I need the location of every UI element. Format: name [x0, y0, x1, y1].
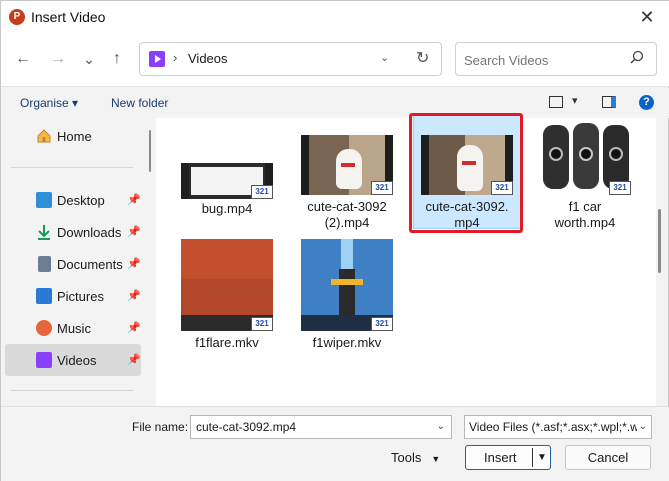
- insert-options-dropdown-icon[interactable]: ▼: [537, 446, 547, 469]
- media-player-badge-icon: 321: [371, 181, 393, 195]
- videos-folder-icon: [149, 51, 165, 67]
- title-bar: P Insert Video ✕: [1, 1, 669, 33]
- video-thumbnail: 321: [181, 239, 273, 331]
- sidebar-item-desktop[interactable]: Desktop 📌: [5, 185, 141, 215]
- sidebar-item-label: Desktop: [57, 193, 105, 208]
- video-thumbnail: 321: [539, 119, 631, 195]
- insert-video-dialog: P Insert Video ✕ ← → ⌄ ↑ › Videos ⌄ ↻ Or…: [0, 0, 669, 481]
- media-player-badge-icon: 321: [609, 181, 631, 195]
- sidebar-item-label: Pictures: [57, 289, 104, 304]
- video-thumbnail: 321: [301, 239, 393, 331]
- dialog-footer: File name: cute-cat-3092.mp4 ⌄ Video Fil…: [1, 406, 669, 481]
- file-type-select[interactable]: Video Files (*.asf;*.asx;*.wpl;*.w ⌄: [464, 415, 652, 439]
- tools-label: Tools: [391, 450, 422, 465]
- pin-icon[interactable]: 📌: [127, 257, 141, 270]
- sidebar-item-music[interactable]: Music 📌: [5, 313, 141, 343]
- preview-pane-icon[interactable]: [602, 96, 616, 108]
- sidebar-item-label: Music: [57, 321, 91, 336]
- chevron-down-icon[interactable]: ⌄: [636, 421, 647, 432]
- pin-icon[interactable]: 📌: [127, 225, 141, 238]
- search-box[interactable]: [455, 42, 657, 76]
- sidebar-item-downloads[interactable]: Downloads 📌: [5, 217, 141, 247]
- file-name: f1 car worth.mp4: [554, 199, 616, 230]
- file-name: f1wiper.mkv: [312, 335, 382, 350]
- media-player-badge-icon: 321: [371, 317, 393, 331]
- sidebar-item-videos[interactable]: Videos 📌: [5, 344, 141, 376]
- downloads-icon: [38, 225, 50, 240]
- sidebar-item-label: Home: [57, 129, 92, 144]
- pin-icon[interactable]: 📌: [127, 193, 141, 206]
- video-thumbnail: 321: [181, 163, 273, 199]
- music-icon: [36, 320, 52, 336]
- annotation-highlight-box: [409, 113, 523, 233]
- file-item-cute-cat-copy[interactable]: 321 cute-cat-3092 (2).mp4: [291, 125, 403, 235]
- media-player-badge-icon: 321: [251, 185, 273, 199]
- forward-button[interactable]: →: [46, 47, 70, 71]
- recent-locations-button[interactable]: ⌄: [77, 47, 101, 71]
- pictures-icon: [36, 288, 52, 304]
- command-bar: Organise ▾ New folder ▾ ?: [1, 88, 669, 118]
- video-thumbnail: 321: [301, 135, 393, 195]
- pin-icon[interactable]: 📌: [127, 353, 141, 366]
- file-name-label: File name:: [132, 420, 189, 434]
- file-name: cute-cat-3092 (2).mp4: [307, 199, 387, 230]
- insert-button[interactable]: Insert ▼: [465, 445, 551, 470]
- navigation-pane: Home Desktop 📌 Downloads 📌 Documents 📌 P…: [1, 118, 152, 406]
- sidebar-item-documents[interactable]: Documents 📌: [5, 249, 141, 279]
- refresh-icon[interactable]: ↻: [416, 48, 429, 68]
- file-item-f1wiper[interactable]: 321 f1wiper.mkv: [291, 237, 403, 353]
- back-button[interactable]: ←: [11, 47, 35, 71]
- insert-label: Insert: [484, 450, 517, 465]
- split-divider: [532, 448, 533, 467]
- file-item-f1-car-worth[interactable]: 321 f1 car worth.mp4: [529, 117, 641, 233]
- new-folder-button[interactable]: New folder: [111, 96, 168, 110]
- file-item-bug[interactable]: 321 bug.mp4: [171, 125, 283, 235]
- up-button[interactable]: ↑: [105, 47, 129, 71]
- cancel-button[interactable]: Cancel: [565, 445, 651, 470]
- desktop-icon: [36, 192, 52, 208]
- videos-icon: [36, 352, 52, 368]
- sidebar-scrollbar[interactable]: [149, 130, 151, 172]
- sidebar-divider: [11, 390, 133, 391]
- file-type-value: Video Files (*.asf;*.asx;*.wpl;*.w: [469, 420, 639, 434]
- sidebar-item-label: Documents: [57, 257, 123, 272]
- address-bar[interactable]: › Videos ⌄ ↻: [139, 42, 442, 76]
- view-mode-icon[interactable]: [549, 96, 563, 108]
- sidebar-divider: [11, 167, 133, 168]
- help-icon[interactable]: ?: [639, 95, 654, 110]
- close-button[interactable]: ✕: [624, 1, 669, 33]
- sidebar-item-home[interactable]: Home: [5, 121, 141, 151]
- file-list-scrollbar[interactable]: [658, 209, 661, 273]
- search-input[interactable]: [464, 51, 624, 69]
- chevron-down-icon[interactable]: ⌄: [437, 421, 445, 432]
- file-name-value: cute-cat-3092.mp4: [196, 420, 297, 434]
- media-player-badge-icon: 321: [251, 317, 273, 331]
- address-dropdown-icon[interactable]: ⌄: [380, 51, 389, 64]
- home-icon: [37, 129, 51, 143]
- file-name-field[interactable]: cute-cat-3092.mp4 ⌄: [190, 415, 452, 439]
- file-name: f1flare.mkv: [195, 335, 259, 350]
- breadcrumb-videos[interactable]: Videos: [188, 51, 228, 66]
- organise-menu[interactable]: Organise ▾: [20, 96, 78, 110]
- sidebar-item-label: Videos: [57, 353, 97, 368]
- pin-icon[interactable]: 📌: [127, 321, 141, 334]
- tools-dropdown-icon: ▼: [431, 454, 441, 464]
- breadcrumb-separator: ›: [173, 50, 178, 65]
- search-icon[interactable]: [630, 50, 644, 64]
- sidebar-item-pictures[interactable]: Pictures 📌: [5, 281, 141, 311]
- file-name: bug.mp4: [201, 201, 253, 216]
- documents-icon: [38, 256, 51, 272]
- tools-menu[interactable]: Tools ▼: [391, 450, 440, 465]
- file-item-f1flare[interactable]: 321 f1flare.mkv: [171, 237, 283, 353]
- sidebar-item-label: Downloads: [57, 225, 122, 240]
- navigation-bar: ← → ⌄ ↑ › Videos ⌄ ↻: [1, 33, 669, 87]
- pin-icon[interactable]: 📌: [127, 289, 141, 302]
- dialog-title: Insert Video: [31, 9, 106, 25]
- view-options-dropdown-icon[interactable]: ▾: [572, 94, 578, 107]
- powerpoint-app-icon: P: [9, 9, 25, 25]
